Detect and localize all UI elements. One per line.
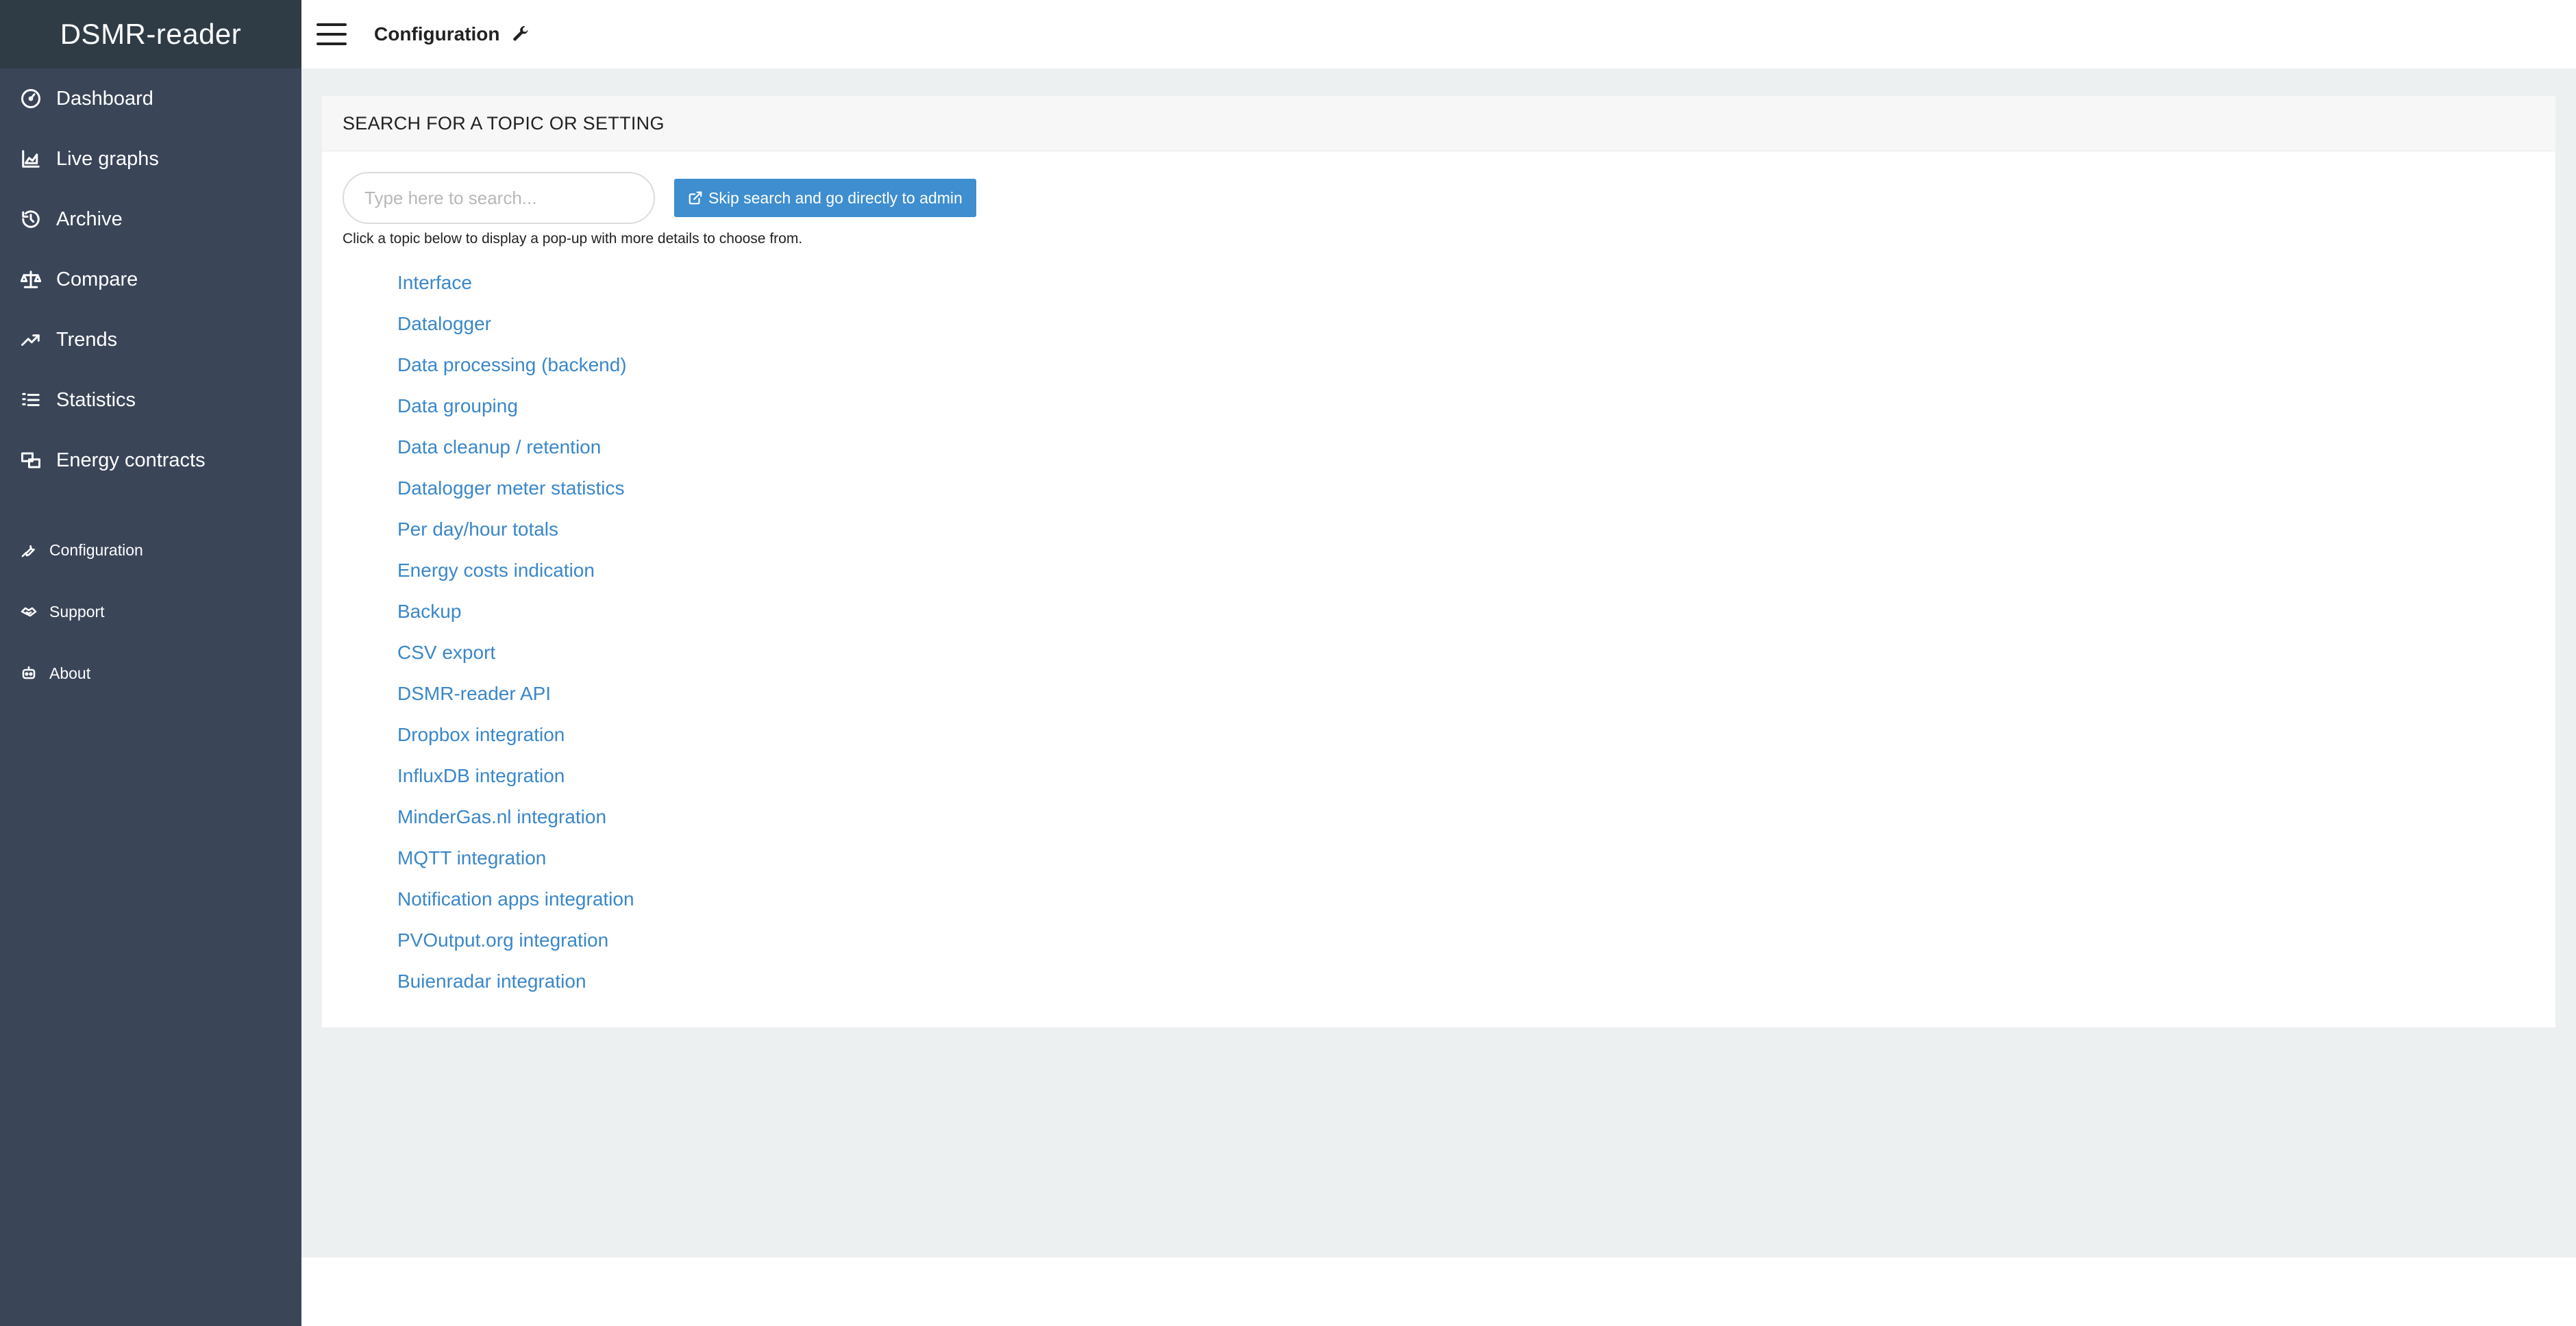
topic-link-meter-statistics[interactable]: Datalogger meter statistics xyxy=(397,477,624,499)
topic-link-data-processing[interactable]: Data processing (backend) xyxy=(397,354,627,376)
panel-header: SEARCH FOR A TOPIC OR SETTING xyxy=(322,96,2555,151)
search-panel: SEARCH FOR A TOPIC OR SETTING Skip searc… xyxy=(322,96,2555,1027)
main-content: SEARCH FOR A TOPIC OR SETTING Skip searc… xyxy=(301,68,2576,1258)
list-item: InfluxDB integration xyxy=(397,755,2555,797)
list-item: Data cleanup / retention xyxy=(397,427,2555,468)
list-item: Data processing (backend) xyxy=(397,345,2555,386)
topbar: Configuration xyxy=(301,0,2576,68)
topic-link-notification-apps[interactable]: Notification apps integration xyxy=(397,888,634,910)
list-item: Buienradar integration xyxy=(397,961,2555,1002)
sidebar-item-label: About xyxy=(49,664,91,682)
list-item: CSV export xyxy=(397,632,2555,673)
sidebar-item-dashboard[interactable]: Dashboard xyxy=(0,68,301,129)
list-item: Interface xyxy=(397,262,2555,303)
topic-link-influxdb[interactable]: InfluxDB integration xyxy=(397,765,565,787)
help-text: Click a topic below to display a pop-up … xyxy=(343,231,803,247)
list-item: MQTT integration xyxy=(397,838,2555,879)
sidebar-item-label: Compare xyxy=(56,268,138,290)
topic-link-datalogger[interactable]: Datalogger xyxy=(397,313,491,335)
handshake-icon xyxy=(21,603,37,620)
external-link-icon xyxy=(688,190,703,205)
topic-link-dropbox[interactable]: Dropbox integration xyxy=(397,724,565,746)
list-item: Per day/hour totals xyxy=(397,509,2555,550)
topic-link-csv-export[interactable]: CSV export xyxy=(397,642,495,664)
skip-to-admin-button[interactable]: Skip search and go directly to admin xyxy=(674,179,976,217)
list-item: Backup xyxy=(397,591,2555,632)
wrench-icon xyxy=(21,542,37,558)
list-item: MinderGas.nl integration xyxy=(397,797,2555,838)
topic-link-api[interactable]: DSMR-reader API xyxy=(397,683,551,705)
sidebar-item-label: Energy contracts xyxy=(56,449,206,471)
sidebar-item-compare[interactable]: Compare xyxy=(0,249,301,310)
list-item: Datalogger xyxy=(397,303,2555,345)
topic-link-data-grouping[interactable]: Data grouping xyxy=(397,395,518,417)
sidebar-item-energy-contracts[interactable]: Energy contracts xyxy=(0,430,301,490)
topic-link-mindergas[interactable]: MinderGas.nl integration xyxy=(397,806,606,828)
sidebar-item-label: Live graphs xyxy=(56,147,159,170)
topic-link-day-hour-totals[interactable]: Per day/hour totals xyxy=(397,518,558,540)
area-chart-icon xyxy=(21,149,41,169)
trend-up-icon xyxy=(21,329,41,350)
dashboard-icon xyxy=(21,88,41,109)
sidebar-item-label: Statistics xyxy=(56,388,136,411)
history-icon xyxy=(21,209,41,229)
wrench-icon xyxy=(511,25,530,44)
list-item: PVOutput.org integration xyxy=(397,920,2555,961)
robot-icon xyxy=(21,665,37,681)
contracts-icon xyxy=(21,450,41,471)
sidebar-item-trends[interactable]: Trends xyxy=(0,310,301,370)
sidebar-item-configuration[interactable]: Configuration xyxy=(0,519,301,581)
sidebar-item-support[interactable]: Support xyxy=(0,581,301,642)
sidebar-item-label: Support xyxy=(49,602,105,621)
panel-body: Skip search and go directly to admin Cli… xyxy=(322,151,2555,1002)
menu-toggle-icon[interactable] xyxy=(317,23,347,45)
list-item: Notification apps integration xyxy=(397,879,2555,920)
search-row: Skip search and go directly to admin xyxy=(343,172,2555,224)
footer xyxy=(301,1258,2576,1326)
sidebar-item-about[interactable]: About xyxy=(0,642,301,704)
list-icon xyxy=(21,390,41,410)
main-menu: Dashboard Live graphs Archive Compare Tr… xyxy=(0,68,301,490)
topic-link-backup[interactable]: Backup xyxy=(397,601,461,623)
topic-link-mqtt[interactable]: MQTT integration xyxy=(397,847,546,869)
sidebar: DSMR-reader Dashboard Live graphs Archiv… xyxy=(0,0,301,1326)
topic-link-pvoutput[interactable]: PVOutput.org integration xyxy=(397,929,608,951)
topic-link-energy-costs[interactable]: Energy costs indication xyxy=(397,560,595,581)
brand-logo[interactable]: DSMR-reader xyxy=(0,0,301,68)
topic-link-buienradar[interactable]: Buienradar integration xyxy=(397,971,586,992)
list-item: DSMR-reader API xyxy=(397,673,2555,714)
list-item: Dropbox integration xyxy=(397,714,2555,755)
sidebar-item-live-graphs[interactable]: Live graphs xyxy=(0,129,301,189)
list-item: Data grouping xyxy=(397,386,2555,427)
sidebar-item-label: Dashboard xyxy=(56,87,153,110)
list-item: Datalogger meter statistics xyxy=(397,468,2555,509)
page-title: Configuration xyxy=(374,23,500,45)
list-item: Energy costs indication xyxy=(397,550,2555,591)
topic-list: Interface Datalogger Data processing (ba… xyxy=(397,262,2555,1002)
sidebar-item-statistics[interactable]: Statistics xyxy=(0,370,301,430)
topic-link-data-cleanup[interactable]: Data cleanup / retention xyxy=(397,436,601,458)
skip-to-admin-label: Skip search and go directly to admin xyxy=(708,188,963,207)
topic-link-interface[interactable]: Interface xyxy=(397,272,472,294)
secondary-menu: Configuration Support About xyxy=(0,519,301,704)
sidebar-item-archive[interactable]: Archive xyxy=(0,189,301,249)
balance-scale-icon xyxy=(21,269,41,290)
sidebar-item-label: Trends xyxy=(56,328,118,351)
sidebar-item-label: Archive xyxy=(56,208,123,230)
search-input[interactable] xyxy=(343,172,655,224)
sidebar-item-label: Configuration xyxy=(49,540,143,559)
